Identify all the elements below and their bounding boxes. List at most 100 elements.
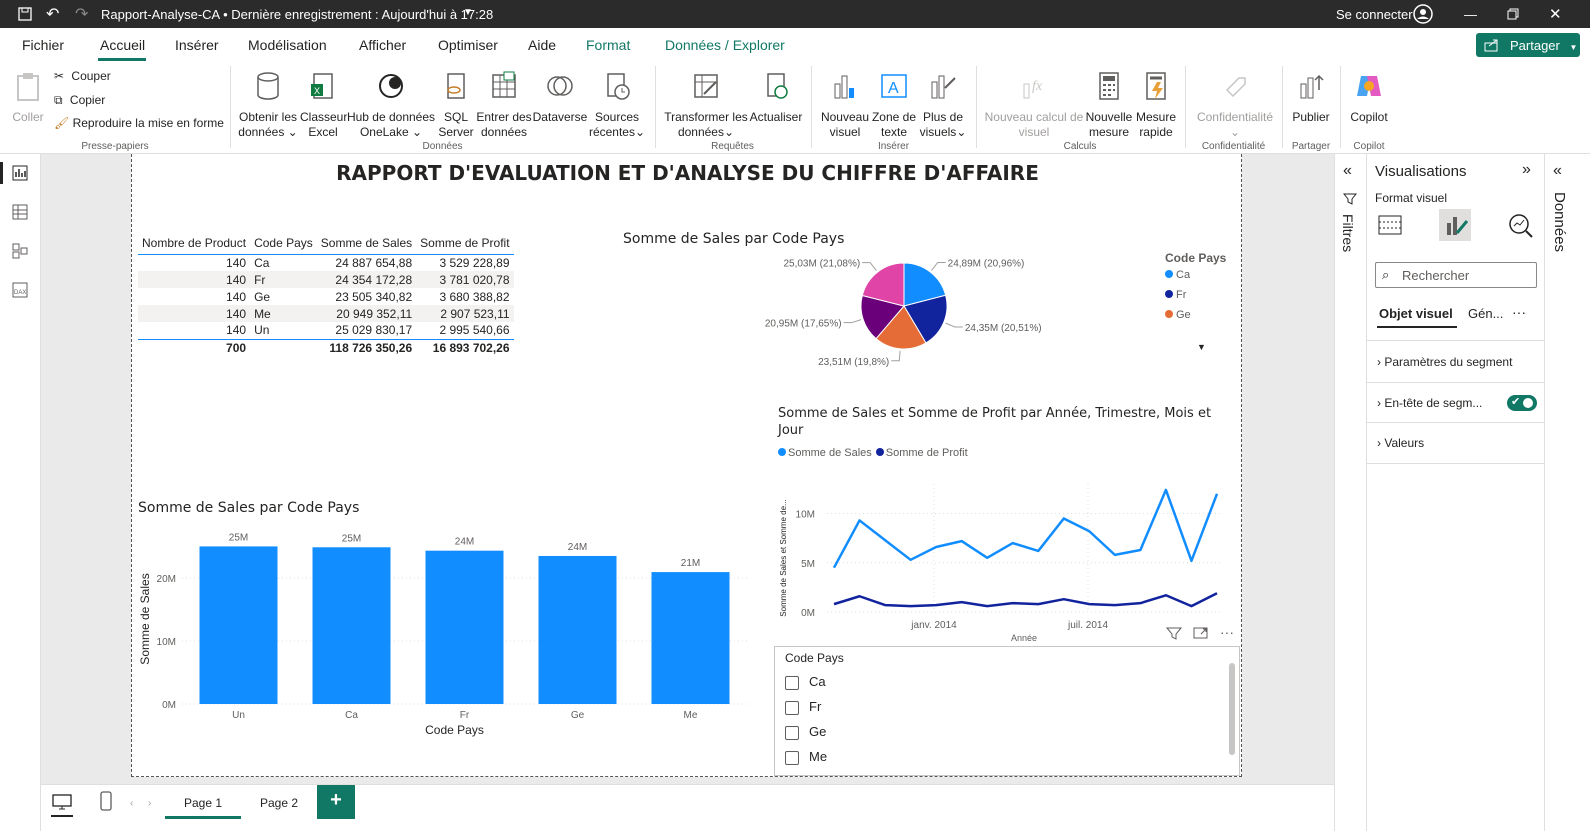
legend-item[interactable]: Fr <box>1165 289 1235 301</box>
legend-item[interactable]: Ca <box>1165 269 1235 281</box>
checkbox[interactable] <box>785 700 799 715</box>
tab-page-2[interactable]: Page 2 <box>241 785 317 819</box>
sensitivity-button[interactable]: Confidentialité ⌄ <box>1192 70 1278 140</box>
pie-chart[interactable]: 24,89M (20,96%) 24,35M (20,51%) 23,51M (19… <box>752 249 1052 369</box>
table-row[interactable]: 140 Un 25 029 830,17 2 995 540,66 <box>138 322 514 339</box>
table-header[interactable]: Code Pays <box>250 232 317 254</box>
line-chart[interactable]: 0M 5M 10M janv. 2014 juil. 2014 Année Somme de… <box>772 469 1232 644</box>
legend-scroll-down-icon[interactable]: ▼ <box>1197 342 1206 352</box>
table-row[interactable]: 140 Ca 24 887 654,88 3 529 228,89 <box>138 254 514 271</box>
menu-aide[interactable]: Aide <box>528 37 556 53</box>
recent-sources-button[interactable]: Sources récentes⌄ <box>588 70 646 140</box>
table-header[interactable]: Nombre de Product <box>138 232 250 254</box>
more-tabs-icon[interactable]: ··· <box>1512 304 1526 320</box>
expand-data-icon[interactable]: « <box>1553 162 1562 180</box>
section-values[interactable]: › Valeurs <box>1377 436 1424 450</box>
refresh-button[interactable]: Actualiser <box>748 70 804 125</box>
tab-page-1[interactable]: Page 1 <box>165 785 241 819</box>
publish-button[interactable]: Publier <box>1288 70 1334 125</box>
copilot-button[interactable]: Copilot <box>1346 70 1392 125</box>
slicer[interactable]: Code Pays Ca Fr Ge Me <box>774 646 1240 776</box>
menu-fichier[interactable]: Fichier <box>22 37 64 53</box>
focus-mode-icon[interactable] <box>1193 626 1209 640</box>
legend-item[interactable]: Somme de Sales <box>778 447 872 459</box>
slicer-item[interactable]: Ca <box>785 669 827 694</box>
model-view-icon[interactable] <box>12 243 28 259</box>
textbox-button[interactable]: A Zone de texte <box>870 70 918 140</box>
new-measure-button[interactable]: Nouvelle mesure <box>1084 70 1134 140</box>
viz-search-box[interactable]: ⌕ Rechercher <box>1375 262 1537 288</box>
menu-inserer[interactable]: Insérer <box>175 37 219 53</box>
more-options-icon[interactable]: ··· <box>1220 624 1234 640</box>
excel-button[interactable]: X Classeur Excel <box>300 70 347 140</box>
document-title[interactable]: Rapport-Analyse-CA • Dernière enregistre… <box>101 7 493 22</box>
tab-general[interactable]: Gén... <box>1468 306 1503 321</box>
more-visuals-button[interactable]: Plus de visuels⌄ <box>918 70 968 140</box>
table-header[interactable]: Somme de Profit <box>416 232 513 254</box>
desktop-layout-icon[interactable] <box>51 793 73 811</box>
transform-data-button[interactable]: Transformer les données⌄ <box>664 70 748 140</box>
summary-table[interactable]: Nombre de Product Code Pays Somme de Sal… <box>138 232 514 356</box>
filter-icon[interactable] <box>1166 626 1182 640</box>
sql-server-button[interactable]: SQL Server <box>436 70 476 140</box>
format-visual-tab[interactable] <box>1439 209 1471 241</box>
signin-link[interactable]: Se connecter <box>1336 7 1413 22</box>
enter-data-button[interactable]: Entrer des données <box>476 70 532 140</box>
quick-measure-button[interactable]: Mesure rapide <box>1134 70 1178 140</box>
checkbox[interactable] <box>785 675 799 690</box>
share-button[interactable]: Partager ▼ <box>1476 33 1580 57</box>
slicer-item[interactable]: Me <box>785 744 827 769</box>
bar-chart[interactable]: 0M 10M 20M 25M Un 25M Ca 24M Fr 24M Ge 21M Me Code Pa… <box>132 524 757 744</box>
redo-icon[interactable]: ↷ <box>75 4 88 24</box>
restore-icon[interactable] <box>1507 8 1519 20</box>
tab-visual-object[interactable]: Objet visuel <box>1379 306 1453 321</box>
menu-donnees-explorer[interactable]: Données / Explorer <box>665 37 785 53</box>
paste-button[interactable]: Coller <box>10 70 46 125</box>
menu-accueil[interactable]: Accueil <box>100 37 145 53</box>
collapse-viz-icon[interactable]: » <box>1522 161 1531 179</box>
data-label[interactable]: Données <box>1551 192 1568 252</box>
add-page-button[interactable]: + <box>317 785 355 819</box>
slicer-item[interactable]: Fr <box>785 694 827 719</box>
next-page-icon[interactable]: › <box>148 798 151 809</box>
close-icon[interactable]: ✕ <box>1549 5 1562 23</box>
copy-button[interactable]: ⧉ Copier <box>54 93 105 108</box>
header-toggle[interactable]: ✔ <box>1507 395 1537 411</box>
new-visual-button[interactable]: Nouveau visuel <box>818 70 872 140</box>
undo-icon[interactable]: ↶ <box>46 4 59 24</box>
minimize-icon[interactable]: — <box>1464 7 1477 22</box>
table-view-icon[interactable] <box>12 204 28 220</box>
filter-funnel-icon[interactable] <box>1343 192 1357 206</box>
new-visual-calc-button[interactable]: fx Nouveau calcul de visuel <box>982 70 1086 140</box>
table-row[interactable]: 140 Ge 23 505 340,82 3 680 388,82 <box>138 288 514 305</box>
menu-format[interactable]: Format <box>586 37 630 53</box>
chevron-down-icon[interactable]: ▼ <box>463 7 473 18</box>
table-row[interactable]: 140 Fr 24 354 172,28 3 781 020,78 <box>138 271 514 288</box>
report-view-icon[interactable] <box>12 165 28 181</box>
save-icon[interactable] <box>17 6 33 22</box>
checkbox[interactable] <box>785 750 799 765</box>
dataverse-button[interactable]: Dataverse <box>532 70 588 125</box>
user-avatar-icon[interactable] <box>1412 3 1434 25</box>
collapse-filters-icon[interactable]: « <box>1343 162 1352 180</box>
analytics-icon[interactable] <box>1507 212 1533 238</box>
section-segment-settings[interactable]: › Paramètres du segment <box>1377 355 1512 369</box>
slicer-item[interactable]: Ge <box>785 719 827 744</box>
table-row[interactable]: 140 Me 20 949 352,11 2 907 523,11 <box>138 305 514 322</box>
menu-optimiser[interactable]: Optimiser <box>438 37 498 53</box>
get-data-button[interactable]: Obtenir les données ⌄ <box>236 70 300 140</box>
onelake-button[interactable]: Hub de données OneLake ⌄ <box>346 70 436 140</box>
menu-afficher[interactable]: Afficher <box>359 37 406 53</box>
legend-item[interactable]: Ge <box>1165 309 1235 321</box>
menu-modelisation[interactable]: Modélisation <box>248 37 327 53</box>
table-header[interactable]: Somme de Sales <box>317 232 416 254</box>
filters-label[interactable]: Filtres <box>1340 214 1356 252</box>
mobile-layout-icon[interactable] <box>99 791 113 811</box>
dax-query-icon[interactable]: DAX <box>12 282 28 298</box>
section-slicer-header[interactable]: › En-tête de segm... <box>1377 396 1482 410</box>
checkbox[interactable] <box>785 725 799 740</box>
format-painter-button[interactable]: 🖌 Reproduire la mise en forme <box>54 116 224 130</box>
legend-item[interactable]: Somme de Profit <box>875 447 968 459</box>
prev-page-icon[interactable]: ‹ <box>130 798 133 809</box>
cut-button[interactable]: ✂ Couper <box>54 69 111 83</box>
